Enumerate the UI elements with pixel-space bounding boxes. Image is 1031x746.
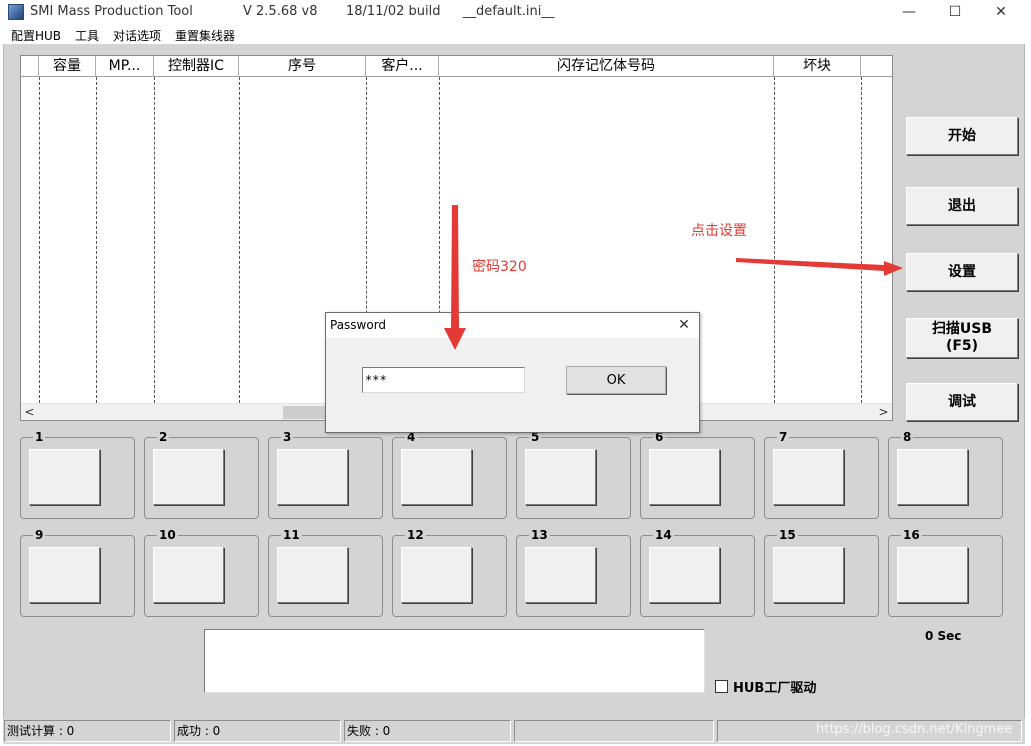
- port-label: 14: [653, 528, 674, 542]
- port-status-box[interactable]: [525, 449, 596, 505]
- menu-config-hub[interactable]: 配置HUB: [11, 27, 61, 44]
- menu-dialog-options[interactable]: 对话选项: [113, 27, 161, 44]
- port-status-box[interactable]: [153, 449, 224, 505]
- port-status-box[interactable]: [29, 547, 100, 603]
- port-group-12: 12: [392, 528, 507, 617]
- port-status-box[interactable]: [773, 547, 844, 603]
- port-group-14: 14: [640, 528, 755, 617]
- settings-button[interactable]: 设置: [906, 253, 1018, 291]
- column-divider: [861, 77, 862, 403]
- scroll-right-arrow[interactable]: >: [875, 404, 892, 420]
- list-header: 容量 MP... 控制器IC 序号 客户... 闪存记忆体号码 坏块: [21, 56, 892, 77]
- log-output-box[interactable]: [204, 629, 705, 693]
- port-group-5: 5: [516, 430, 631, 519]
- port-status-box[interactable]: [401, 547, 472, 603]
- password-dialog: Password ✕ OK: [325, 312, 700, 433]
- maximize-button[interactable]: ☐: [932, 0, 978, 24]
- dialog-close-icon[interactable]: ✕: [675, 316, 693, 334]
- column-header-blank[interactable]: [21, 56, 39, 77]
- scan-usb-button[interactable]: 扫描USB (F5): [906, 318, 1018, 358]
- port-group-8: 8: [888, 430, 1003, 519]
- close-window-button[interactable]: ✕: [978, 0, 1024, 24]
- port-label: 13: [529, 528, 550, 542]
- column-divider: [39, 77, 40, 403]
- port-group-10: 10: [144, 528, 259, 617]
- status-test-count: 测试计算 : 0: [4, 720, 171, 742]
- column-header-customer[interactable]: 客户...: [366, 56, 439, 77]
- title-bar: SMI Mass Production Tool V 2.5.68 v8 18/…: [0, 0, 1031, 24]
- port-group-9: 9: [20, 528, 135, 617]
- port-label: 16: [901, 528, 922, 542]
- port-group-2: 2: [144, 430, 259, 519]
- version-label: V 2.5.68 v8: [243, 4, 318, 19]
- port-group-7: 7: [764, 430, 879, 519]
- menu-tools[interactable]: 工具: [75, 27, 99, 44]
- menu-bar: 配置HUB 工具 对话选项 重置集线器: [0, 24, 1031, 44]
- port-label: 9: [33, 528, 46, 542]
- menu-reset-hub[interactable]: 重置集线器: [175, 27, 235, 44]
- column-divider: [774, 77, 775, 403]
- column-divider: [239, 77, 240, 403]
- port-group-13: 13: [516, 528, 631, 617]
- hub-driver-label[interactable]: HUB工厂驱动: [733, 677, 816, 696]
- minimize-button[interactable]: —: [886, 0, 932, 24]
- port-label: 8: [901, 430, 914, 444]
- column-header-bad-block[interactable]: 坏块: [774, 56, 861, 77]
- dialog-title-bar: Password ✕: [326, 313, 699, 338]
- port-status-box[interactable]: [29, 449, 100, 505]
- port-label: 2: [157, 430, 170, 444]
- annotation-password-hint: 密码320: [472, 259, 527, 275]
- port-label: 1: [33, 430, 46, 444]
- port-group-6: 6: [640, 430, 755, 519]
- port-status-box[interactable]: [649, 547, 720, 603]
- exit-button[interactable]: 退出: [906, 187, 1018, 225]
- column-header-controller[interactable]: 控制器IC: [154, 56, 239, 77]
- timer-label: 0 Sec: [925, 629, 962, 643]
- column-header-capacity[interactable]: 容量: [39, 56, 96, 77]
- column-header-mp[interactable]: MP...: [96, 56, 154, 77]
- port-status-box[interactable]: [649, 449, 720, 505]
- build-label: 18/11/02 build: [346, 4, 441, 19]
- status-fail: 失败 : 0: [344, 720, 511, 742]
- column-divider: [96, 77, 97, 403]
- port-label: 11: [281, 528, 302, 542]
- password-input[interactable]: [362, 367, 525, 393]
- port-group-15: 15: [764, 528, 879, 617]
- port-group-1: 1: [20, 430, 135, 519]
- port-status-box[interactable]: [897, 449, 968, 505]
- dialog-title: Password: [330, 318, 387, 332]
- status-empty-1: [514, 720, 714, 742]
- port-status-box[interactable]: [401, 449, 472, 505]
- port-label: 10: [157, 528, 178, 542]
- app-title: SMI Mass Production Tool: [30, 4, 193, 19]
- port-group-11: 11: [268, 528, 383, 617]
- status-success: 成功 : 0: [174, 720, 341, 742]
- port-status-box[interactable]: [525, 547, 596, 603]
- port-label: 3: [281, 430, 294, 444]
- port-status-box[interactable]: [153, 547, 224, 603]
- annotation-click-settings: 点击设置: [691, 223, 747, 239]
- port-group-3: 3: [268, 430, 383, 519]
- port-group-16: 16: [888, 528, 1003, 617]
- start-button[interactable]: 开始: [906, 117, 1018, 155]
- column-header-serial[interactable]: 序号: [239, 56, 366, 77]
- scroll-left-arrow[interactable]: <: [21, 404, 38, 420]
- app-icon: [8, 4, 24, 20]
- ok-button[interactable]: OK: [566, 366, 666, 394]
- watermark: https://blog.csdn.net/Kingmee: [816, 722, 1013, 737]
- column-divider: [154, 77, 155, 403]
- port-status-box[interactable]: [277, 547, 348, 603]
- debug-button[interactable]: 调试: [906, 383, 1018, 421]
- config-file-label: __default.ini__: [463, 4, 555, 19]
- port-status-box[interactable]: [773, 449, 844, 505]
- hub-driver-checkbox[interactable]: [715, 680, 728, 693]
- port-status-box[interactable]: [897, 547, 968, 603]
- port-label: 7: [777, 430, 790, 444]
- port-status-box[interactable]: [277, 449, 348, 505]
- port-label: 15: [777, 528, 798, 542]
- port-label: 12: [405, 528, 426, 542]
- port-group-4: 4: [392, 430, 507, 519]
- column-header-flash-id[interactable]: 闪存记忆体号码: [439, 56, 774, 77]
